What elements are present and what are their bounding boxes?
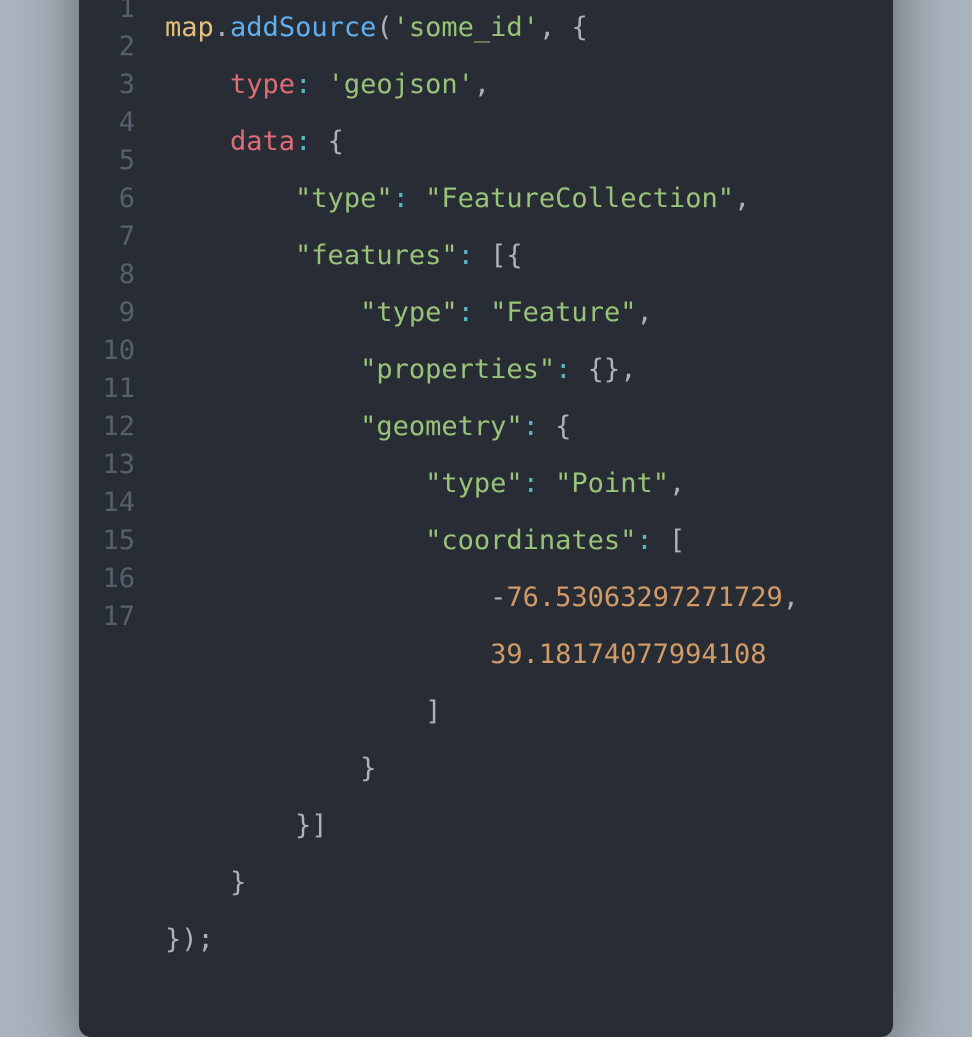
code-line: ] [165, 693, 799, 731]
token-punc: }); [165, 924, 214, 955]
token-string: "Point" [555, 468, 669, 499]
token-qkey: "geometry" [360, 411, 523, 442]
token-string: 'some_id' [393, 12, 539, 43]
token-space [409, 183, 425, 214]
token-punc: [ [653, 525, 686, 556]
code-line: "features": [{ [165, 237, 799, 275]
code-line: data: { [165, 123, 799, 161]
code-line: type: 'geojson', [165, 66, 799, 104]
token-punc: , { [539, 12, 588, 43]
token-indent [165, 240, 295, 271]
token-space [474, 297, 490, 328]
token-function: addSource [230, 12, 376, 43]
token-space [539, 468, 555, 499]
token-punc: , [636, 297, 652, 328]
code-line: "type": "Point", [165, 465, 799, 503]
code-line: -76.53063297271729, [165, 579, 799, 617]
token-indent [165, 411, 360, 442]
token-indent [165, 69, 230, 100]
token-space [311, 69, 327, 100]
line-number: 9 [99, 294, 135, 332]
line-number: 17 [99, 598, 135, 636]
token-indent [165, 468, 425, 499]
line-number: 5 [99, 142, 135, 180]
token-punc: ( [376, 12, 392, 43]
line-number: 1 [99, 0, 135, 28]
token-indent [165, 354, 360, 385]
token-colon: : [393, 183, 409, 214]
line-number: 3 [99, 66, 135, 104]
token-punc: , [669, 468, 685, 499]
code-window: 1 2 3 4 5 6 7 8 9 10 11 12 13 14 15 16 1… [79, 0, 893, 1037]
token-string: "Feature" [490, 297, 636, 328]
line-number-gutter: 1 2 3 4 5 6 7 8 9 10 11 12 13 14 15 16 1… [99, 0, 165, 997]
token-indent [165, 639, 490, 670]
code-line: "geometry": { [165, 408, 799, 446]
token-qkey: "features" [295, 240, 458, 271]
token-colon: : [523, 468, 539, 499]
token-punc: }] [165, 810, 328, 841]
token-indent [165, 297, 360, 328]
code-line: "type": "Feature", [165, 294, 799, 332]
line-number: 12 [99, 408, 135, 446]
token-colon: : [555, 354, 571, 385]
code-content: map.addSource('some_id', { type: 'geojso… [165, 0, 799, 997]
token-qkey: "type" [360, 297, 458, 328]
code-line: }] [165, 807, 799, 845]
token-colon: : [295, 69, 311, 100]
token-punc: [{ [474, 240, 523, 271]
token-qkey: "properties" [360, 354, 555, 385]
token-number: 76.53063297271729 [506, 582, 782, 613]
code-line: "properties": {}, [165, 351, 799, 389]
code-line: }); [165, 921, 799, 959]
line-number: 8 [99, 256, 135, 294]
token-qkey: "type" [425, 468, 523, 499]
token-punc: } [165, 753, 376, 784]
line-number: 15 [99, 522, 135, 560]
token-indent [165, 126, 230, 157]
token-qkey: "type" [295, 183, 393, 214]
line-number: 4 [99, 104, 135, 142]
token-string: "FeatureCollection" [425, 183, 734, 214]
line-number: 7 [99, 218, 135, 256]
token-punc: { [539, 411, 572, 442]
line-number: 16 [99, 560, 135, 598]
token-object: map [165, 12, 214, 43]
code-area: 1 2 3 4 5 6 7 8 9 10 11 12 13 14 15 16 1… [79, 0, 893, 997]
token-number: 39.18174077994108 [490, 639, 766, 670]
token-indent [165, 183, 295, 214]
token-colon: : [458, 297, 474, 328]
token-punc: } [165, 867, 246, 898]
token-punc: ] [165, 696, 441, 727]
token-indent [165, 525, 425, 556]
token-colon: : [523, 411, 539, 442]
line-number: 13 [99, 446, 135, 484]
token-punc: , [734, 183, 750, 214]
token-indent: - [165, 582, 506, 613]
token-punc: , [783, 582, 799, 613]
code-line: } [165, 750, 799, 788]
code-line: "coordinates": [ [165, 522, 799, 560]
token-qkey: "coordinates" [425, 525, 636, 556]
token-key: data [230, 126, 295, 157]
line-number: 10 [99, 332, 135, 370]
token-colon: : [295, 126, 311, 157]
code-line: 39.18174077994108 [165, 636, 799, 674]
token-key: type [230, 69, 295, 100]
code-line: map.addSource('some_id', { [165, 9, 799, 47]
token-punc: , [474, 69, 490, 100]
line-number: 11 [99, 370, 135, 408]
token-colon: : [458, 240, 474, 271]
token-string: 'geojson' [328, 69, 474, 100]
token-colon: : [636, 525, 652, 556]
code-line: "type": "FeatureCollection", [165, 180, 799, 218]
token-punc: . [214, 12, 230, 43]
token-punc: { [311, 126, 344, 157]
line-number: 2 [99, 28, 135, 66]
token-punc: {}, [571, 354, 636, 385]
line-number: 6 [99, 180, 135, 218]
code-line: } [165, 864, 799, 902]
line-number: 14 [99, 484, 135, 522]
